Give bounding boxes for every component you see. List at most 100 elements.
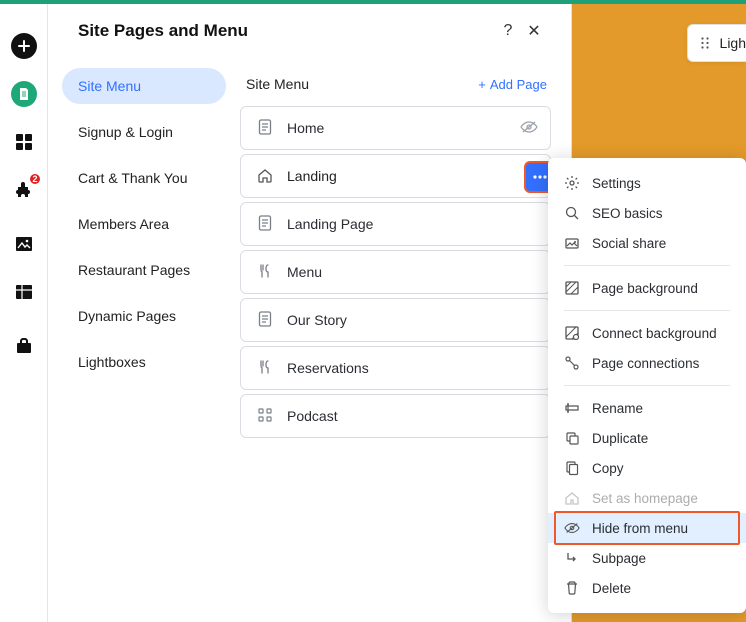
drag-handle-icon [700, 36, 710, 50]
pages-menu-button[interactable] [0, 70, 48, 118]
search-icon [564, 205, 580, 221]
menu-item-rename[interactable]: Rename [548, 393, 746, 423]
page-context-menu: Settings SEO basics Social share Page ba… [548, 158, 746, 613]
home-icon [564, 490, 580, 506]
page-row-home[interactable]: Home [240, 106, 551, 150]
restaurant-icon [255, 359, 275, 378]
panel-title: Site Pages and Menu [78, 21, 495, 41]
home-icon [255, 167, 275, 186]
menu-item-set-as-homepage: Set as homepage [548, 483, 746, 513]
page-label: Our Story [287, 312, 538, 328]
light-button-label: Ligh [720, 35, 746, 51]
menu-label: Subpage [592, 551, 646, 566]
content-manager-button[interactable] [0, 268, 48, 316]
help-button[interactable]: ? [495, 18, 521, 44]
plus-icon: + [478, 77, 486, 92]
page-label: Landing [287, 168, 538, 184]
menu-label: Duplicate [592, 431, 648, 446]
hidden-icon [520, 120, 538, 137]
page-row-our-story[interactable]: Our Story [240, 298, 551, 342]
business-button[interactable] [0, 322, 48, 370]
connect-background-icon [564, 325, 580, 341]
media-button[interactable] [0, 220, 48, 268]
page-label: Menu [287, 264, 538, 280]
menu-item-page-background[interactable]: Page background [548, 273, 746, 303]
menu-item-connect-background[interactable]: Connect background [548, 318, 746, 348]
menu-item-duplicate[interactable]: Duplicate [548, 423, 746, 453]
page-row-podcast[interactable]: Podcast [240, 394, 551, 438]
add-element-button[interactable] [0, 22, 48, 70]
menu-label: Settings [592, 176, 641, 191]
menu-label: Delete [592, 581, 631, 596]
menu-label: Page background [592, 281, 698, 296]
podcast-icon [255, 407, 275, 426]
copy-icon [564, 460, 580, 476]
menu-label: Connect background [592, 326, 717, 341]
page-row-reservations[interactable]: Reservations [240, 346, 551, 390]
menu-item-page-connections[interactable]: Page connections [548, 348, 746, 378]
briefcase-icon [15, 338, 33, 354]
menu-label: Set as homepage [592, 491, 698, 506]
page-row-landing-page[interactable]: Landing Page [240, 202, 551, 246]
sidebar-item-members-area[interactable]: Members Area [62, 206, 226, 242]
page-label: Landing Page [287, 216, 538, 232]
sidebar-item-restaurant-pages[interactable]: Restaurant Pages [62, 252, 226, 288]
page-label: Home [287, 120, 520, 136]
pages-panel: Site Pages and Menu ? ✕ Site Menu Signup… [48, 4, 572, 622]
menu-label: SEO basics [592, 206, 663, 221]
duplicate-icon [564, 430, 580, 446]
connections-icon [564, 355, 580, 371]
menu-item-subpage[interactable]: Subpage [548, 543, 746, 573]
table-icon [15, 284, 33, 300]
share-icon [564, 235, 580, 251]
menu-label: Page connections [592, 356, 699, 371]
image-icon [15, 236, 33, 252]
sidebar-nav: Site Menu Signup & Login Cart & Thank Yo… [48, 62, 240, 622]
top-accent-bar [0, 0, 746, 4]
grid-icon [15, 133, 33, 151]
page-row-landing[interactable]: Landing [240, 154, 551, 198]
page-icon [18, 87, 30, 101]
menu-item-settings[interactable]: Settings [548, 168, 746, 198]
sidebar-item-dynamic-pages[interactable]: Dynamic Pages [62, 298, 226, 334]
add-page-button[interactable]: + Add Page [478, 77, 547, 92]
gear-icon [564, 175, 580, 191]
trash-icon [564, 580, 580, 596]
restaurant-icon [255, 263, 275, 282]
editor-left-bar: 2 [0, 4, 48, 622]
page-list-panel: Site Menu + Add Page Home Landing [240, 62, 571, 622]
page-row-menu[interactable]: Menu [240, 250, 551, 294]
page-type-icon [255, 215, 275, 234]
menu-item-seo-basics[interactable]: SEO basics [548, 198, 746, 228]
menu-item-delete[interactable]: Delete [548, 573, 746, 603]
page-type-icon [255, 119, 275, 138]
hide-icon [564, 521, 580, 535]
sidebar-item-signup-login[interactable]: Signup & Login [62, 114, 226, 150]
menu-item-copy[interactable]: Copy [548, 453, 746, 483]
menu-separator [564, 385, 730, 386]
page-label: Podcast [287, 408, 538, 424]
layout-button[interactable] [0, 118, 48, 166]
menu-label: Social share [592, 236, 666, 251]
menu-label: Rename [592, 401, 643, 416]
background-icon [564, 280, 580, 296]
menu-label: Copy [592, 461, 624, 476]
add-page-label: Add Page [490, 77, 547, 92]
apps-button[interactable]: 2 [0, 166, 48, 214]
panel-header: Site Pages and Menu ? ✕ [48, 4, 571, 62]
menu-item-hide-from-menu[interactable]: Hide from menu [548, 513, 746, 543]
subpage-icon [564, 550, 580, 566]
light-mode-button[interactable]: Ligh [687, 24, 746, 62]
page-type-icon [255, 311, 275, 330]
sidebar-item-site-menu[interactable]: Site Menu [62, 68, 226, 104]
menu-separator [564, 265, 730, 266]
sidebar-item-lightboxes[interactable]: Lightboxes [62, 344, 226, 380]
menu-label: Hide from menu [592, 521, 688, 536]
apps-badge: 2 [28, 172, 42, 186]
plus-icon [17, 39, 31, 53]
page-label: Reservations [287, 360, 538, 376]
rename-icon [564, 400, 580, 416]
menu-item-social-share[interactable]: Social share [548, 228, 746, 258]
sidebar-item-cart-thank-you[interactable]: Cart & Thank You [62, 160, 226, 196]
close-button[interactable]: ✕ [521, 18, 547, 44]
